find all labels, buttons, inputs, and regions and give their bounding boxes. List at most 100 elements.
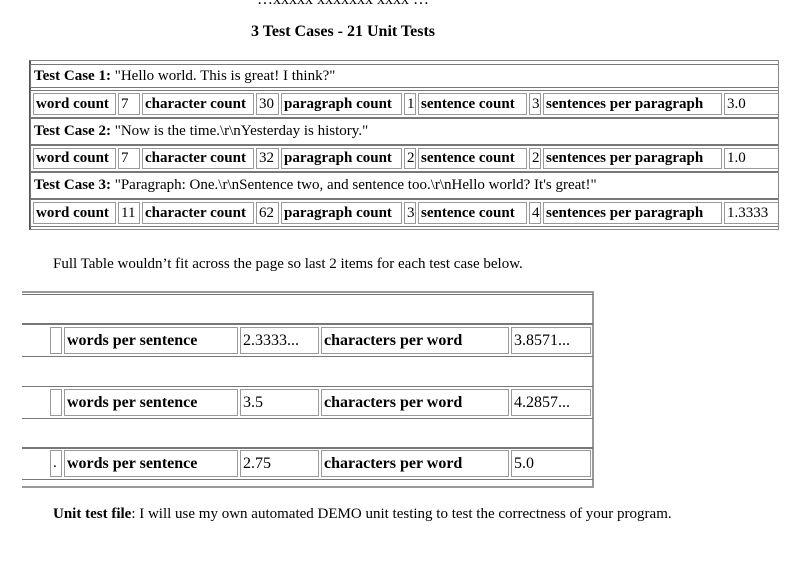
metric-value: 4.2857... [514, 393, 570, 411]
metric-value-cell: 62 [256, 202, 279, 224]
metric-name: sentence count [421, 150, 515, 166]
metric-name: sentences per paragraph [546, 204, 704, 221]
metric-value: 32 [259, 150, 274, 166]
test-case-header-row: Test Case 2: "Now is the time.\r\nYester… [30, 118, 778, 145]
metric-name-cell: sentences per paragraph [543, 202, 722, 224]
metric-value: 7 [121, 95, 129, 112]
metric-name: paragraph count [284, 204, 392, 221]
leading-cell [50, 389, 62, 416]
metric-name-cell: sentence count [418, 202, 527, 224]
metric-name-cell: characters per word [321, 327, 509, 354]
metric-value-cell: 5.0 [511, 450, 591, 477]
metric-value-cell: 3.0 [724, 93, 778, 115]
test-case-label: Test Case 1: [34, 67, 111, 84]
metric-value: 7 [121, 150, 129, 166]
unit-test-label: Unit test file [53, 506, 132, 522]
metric-name-cell: sentence count [418, 93, 527, 115]
extra-metrics-row: words per sentence 2.3333... characters pe… [22, 324, 593, 357]
metric-value: 3 [532, 95, 540, 112]
test-case-input: "Hello world. This is great! I think?" [114, 67, 336, 84]
metric-value-cell: 3 [404, 202, 416, 224]
metric-value-cell: 3 [529, 93, 541, 115]
metrics-row: word count 7 character count 30 paragraph co… [30, 90, 778, 118]
metric-value-cell: 3.8571... [511, 327, 591, 354]
metric-name-cell: paragraph count [281, 202, 402, 224]
metric-value-cell: 4.2857... [511, 389, 591, 416]
metric-value: 2 [532, 150, 540, 166]
extra-metrics-row: . words per sentence 2.75 characters per wo… [22, 447, 593, 480]
metric-value: 4 [532, 204, 540, 221]
metric-name: characters per word [324, 393, 463, 411]
metric-value: 1 [407, 95, 415, 112]
metric-name-cell: words per sentence [64, 389, 238, 416]
metric-name: character count [145, 204, 246, 221]
metric-name: word count [36, 204, 109, 221]
metric-name-cell: paragraph count [281, 93, 402, 115]
leading-cell [50, 327, 62, 354]
metric-value-cell: 3.5 [240, 389, 319, 416]
metrics-row: word count 11 character count 62 paragraph c… [30, 199, 778, 227]
metric-name-cell: characters per word [321, 450, 509, 477]
metric-name: paragraph count [284, 150, 392, 166]
metrics-row: word count 7 character count 32 paragraph co… [30, 145, 778, 172]
metric-name-cell: character count [142, 202, 254, 224]
metric-value-cell: 4 [529, 202, 541, 224]
metric-value: 5.0 [514, 454, 534, 472]
metric-name: paragraph count [284, 95, 392, 112]
metric-value-cell: 2 [404, 148, 416, 169]
metric-name-cell: character count [142, 93, 254, 115]
test-case-input: "Paragraph: One.\r\nSentence two, and se… [114, 177, 597, 193]
metric-value: 3 [407, 204, 415, 221]
metric-name: words per sentence [67, 331, 198, 349]
metric-name: character count [145, 150, 246, 166]
metric-name: word count [36, 95, 109, 112]
metric-name: words per sentence [67, 454, 198, 472]
metric-value-cell: 1 [404, 93, 416, 115]
empty-row [22, 356, 593, 387]
note-text: Full Table wouldn’t fit across the page … [53, 256, 523, 272]
metric-name-cell: words per sentence [64, 450, 238, 477]
unit-test-paragraph: Unit test file: I will use my own automa… [53, 503, 693, 526]
metric-value: 2.75 [243, 454, 271, 472]
metric-name: sentences per paragraph [546, 95, 704, 112]
metric-name-cell: word count [33, 93, 116, 115]
metric-name-cell: characters per word [321, 389, 509, 416]
metric-name-cell: sentences per paragraph [543, 148, 722, 169]
metric-value-cell: 30 [256, 93, 279, 115]
metric-name: sentence count [421, 95, 515, 112]
test-case-label: Test Case 2: [34, 123, 111, 139]
metric-value: 2 [407, 150, 415, 166]
metric-value-cell: 32 [256, 148, 279, 169]
metric-value-cell: 1.3333 [724, 202, 778, 224]
metric-name-cell: word count [33, 148, 116, 169]
test-case-header-row: Test Case 1: "Hello world. This is great… [30, 64, 778, 88]
metric-name-cell: character count [142, 148, 254, 169]
metric-value-cell: 1.0 [724, 148, 778, 169]
test-case-header-cell: Test Case 2: "Now is the time.\r\nYester… [31, 123, 368, 140]
metric-value: 3.5 [243, 393, 263, 411]
empty-row [22, 294, 593, 324]
metric-name: word count [36, 150, 109, 166]
unit-test-text: : I will use my own automated DEMO unit … [131, 506, 672, 522]
metric-name-cell: paragraph count [281, 148, 402, 169]
metric-value-cell: 2.75 [240, 450, 319, 477]
test-case-label: Test Case 3: [34, 177, 111, 193]
metric-value-cell: 2 [529, 148, 541, 169]
metric-value: 1.0 [727, 150, 746, 166]
metric-value-cell: 7 [118, 93, 140, 115]
metric-name-cell: words per sentence [64, 327, 238, 354]
metric-value: 1.3333 [727, 204, 769, 221]
metric-value: 30 [259, 95, 274, 112]
metric-name-cell: sentences per paragraph [543, 93, 722, 115]
metric-name: character count [145, 95, 246, 112]
empty-row [22, 418, 593, 449]
metric-name: sentence count [421, 204, 515, 221]
metric-value: 2.3333... [243, 331, 299, 349]
test-case-header-cell: Test Case 1: "Hello world. This is great… [31, 68, 335, 85]
metric-name: sentences per paragraph [546, 150, 704, 166]
test-case-input: "Now is the time.\r\nYesterday is histor… [114, 123, 369, 139]
page-title: 3 Test Cases - 21 Unit Tests [250, 23, 436, 40]
test-case-header-row: Test Case 3: "Paragraph: One.\r\nSentenc… [30, 172, 778, 199]
extra-metrics-row: words per sentence 3.5 characters per word… [22, 386, 593, 419]
metric-value: 11 [121, 204, 136, 221]
